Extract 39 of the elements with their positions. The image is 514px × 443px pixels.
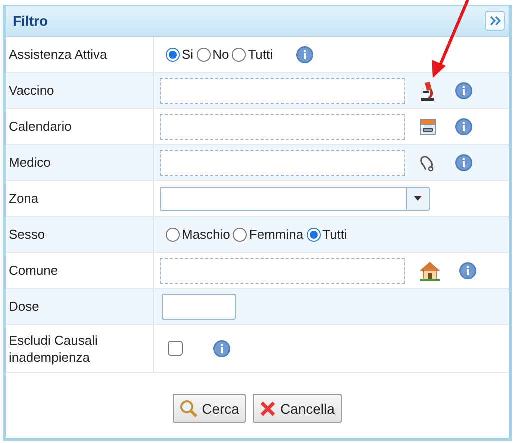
field-label: Vaccino <box>9 82 54 99</box>
search-icon <box>180 400 198 418</box>
field-label: Zona <box>9 190 39 207</box>
field-label: Assistenza Attiva <box>9 46 108 63</box>
radio-option[interactable]: Tutti <box>232 47 273 62</box>
radio-option[interactable]: Femmina <box>233 227 304 242</box>
house-icon[interactable] <box>419 260 441 280</box>
radio-option[interactable]: Maschio <box>166 227 230 242</box>
checkbox[interactable] <box>168 341 183 356</box>
dropdown-field[interactable] <box>160 186 430 210</box>
panel-title: Filtro <box>13 13 48 29</box>
input-field[interactable] <box>160 150 405 176</box>
info-icon[interactable] <box>213 340 231 358</box>
calendar-icon[interactable] <box>419 118 437 136</box>
info-icon[interactable] <box>455 154 473 172</box>
input-field[interactable] <box>160 258 405 284</box>
input-field[interactable] <box>160 114 405 140</box>
collapse-button[interactable] <box>485 11 505 31</box>
field-label: Dose <box>9 298 40 315</box>
info-icon[interactable] <box>459 262 477 280</box>
info-icon[interactable] <box>455 118 473 136</box>
search-button[interactable]: Cerca <box>173 394 246 423</box>
close-icon <box>260 400 276 416</box>
input-field[interactable] <box>160 78 405 104</box>
radio-option[interactable]: Si <box>166 47 194 62</box>
double-chevron-icon <box>490 16 500 26</box>
radio-option[interactable]: No <box>196 47 230 62</box>
input-field[interactable] <box>162 294 236 320</box>
field-label: Escludi Causali inadempienza <box>9 332 99 366</box>
caret-icon <box>414 196 422 201</box>
info-icon[interactable] <box>455 82 473 100</box>
radio-option[interactable]: Tutti <box>306 227 348 242</box>
field-label: Sesso <box>9 226 46 243</box>
field-label: Comune <box>9 262 58 279</box>
cancel-button[interactable]: Cancella <box>253 394 342 423</box>
microscope-icon[interactable] <box>419 80 437 100</box>
field-label: Calendario <box>9 118 72 135</box>
field-label: Medico <box>9 154 51 171</box>
info-icon[interactable] <box>296 46 314 64</box>
